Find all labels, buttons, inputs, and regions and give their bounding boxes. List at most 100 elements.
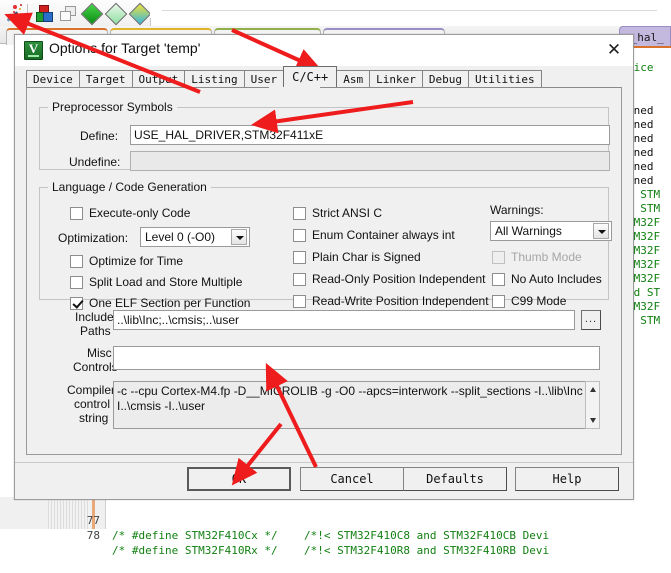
optimization-label: Optimization:	[58, 231, 129, 245]
ide-toolbar	[0, 0, 152, 27]
language-code-generation-legend: Language / Code Generation	[52, 180, 207, 194]
dialog-button-row: OK Cancel Defaults Help	[15, 467, 633, 493]
checkbox-box	[70, 206, 83, 220]
code-line: 77 /* #define STM32F410Cx */ /*!< STM32F…	[0, 498, 671, 542]
checkbox-label: Optimize for Time	[89, 254, 184, 268]
checkbox-execute-only-code[interactable]: Execute-only Code	[70, 206, 190, 220]
toolbar-separator	[26, 4, 28, 22]
tab-listing[interactable]: Listing	[184, 70, 245, 87]
compiler-control-string-label-line1: Compiler	[67, 383, 116, 397]
compiler-control-string-value: -c --cpu Cortex-M4.fp -D__MICROLIB -g -O…	[117, 384, 591, 413]
checkbox-c99-mode[interactable]: C99 Mode	[492, 294, 566, 308]
compiler-control-string-label-line2: control	[74, 397, 111, 411]
include-paths-browse-button[interactable]: ...	[581, 310, 601, 330]
checkbox-split-load-and-store-multiple[interactable]: Split Load and Store Multiple	[70, 275, 242, 289]
dialog-title-bar: Options for Target 'temp' ✕	[15, 35, 633, 66]
checkbox-label: Read-Write Position Independent	[312, 294, 489, 308]
options-for-target-dialog: Options for Target 'temp' ✕ Device Targe…	[14, 34, 634, 500]
undefine-label: Undefine:	[69, 155, 121, 169]
checkbox-enum-container-always-int[interactable]: Enum Container always int	[293, 228, 455, 242]
checkbox-label: Plain Char is Signed	[312, 250, 421, 264]
dialog-tab-strip: Device Target Output Listing User C/C++ …	[26, 66, 542, 87]
scroll-up-icon[interactable]	[586, 382, 599, 396]
misc-controls-label-line2: Controls	[73, 360, 118, 374]
checkbox-box	[70, 254, 83, 268]
tab-debug[interactable]: Debug	[421, 70, 469, 87]
checkbox-one-elf-section-per-function[interactable]: One ELF Section per Function	[70, 296, 250, 310]
active-tab-notch	[269, 87, 320, 89]
checkbox-box	[293, 272, 306, 286]
tab-device[interactable]: Device	[26, 70, 80, 87]
checkbox-optimize-for-time[interactable]: Optimize for Time	[70, 254, 183, 268]
checkbox-box	[293, 228, 306, 242]
uvision-icon	[24, 41, 43, 60]
misc-controls-input[interactable]	[113, 346, 600, 370]
checkbox-label: Read-Only Position Independent	[312, 272, 486, 286]
include-paths-input[interactable]	[113, 310, 575, 330]
warnings-select[interactable]: All Warnings	[490, 221, 612, 241]
close-icon[interactable]: ✕	[601, 39, 627, 61]
tab-user[interactable]: User	[243, 70, 285, 87]
tab-linker[interactable]: Linker	[369, 70, 423, 87]
magic-wand-icon[interactable]	[2, 2, 24, 24]
build-icon[interactable]	[33, 2, 55, 24]
checkbox-box	[492, 250, 505, 264]
checkbox-label: Split Load and Store Multiple	[89, 275, 243, 289]
optimization-value: Level 0 (-O0)	[145, 230, 216, 244]
help-button[interactable]: Help	[515, 467, 619, 491]
misc-controls-label-line1: Misc	[87, 346, 112, 360]
checkbox-box	[293, 206, 306, 220]
compiler-control-string-label-line3: string	[79, 411, 109, 425]
include-paths-label-line2: Paths	[80, 324, 111, 338]
checkbox-no-auto-includes[interactable]: No Auto Includes	[492, 272, 602, 286]
defaults-button[interactable]: Defaults	[403, 467, 507, 491]
checkbox-box	[293, 294, 306, 308]
checkbox-plain-char-is-signed[interactable]: Plain Char is Signed	[293, 250, 421, 264]
line-text: /* #define STM32F410Rx */ /*!< STM32F410…	[112, 544, 550, 557]
checkbox-label: Enum Container always int	[312, 228, 455, 242]
manage-project-icon[interactable]	[128, 2, 152, 26]
dialog-title: Options for Target 'temp'	[49, 40, 201, 56]
checkbox-label: Execute-only Code	[89, 206, 191, 220]
define-input[interactable]	[130, 125, 610, 145]
tab-asm[interactable]: Asm	[336, 70, 371, 87]
checkbox-label: Strict ANSI C	[312, 206, 383, 220]
tab-utilities[interactable]: Utilities	[467, 70, 542, 87]
chevron-down-icon[interactable]	[231, 229, 247, 245]
compiler-control-string-box[interactable]: -c --cpu Cortex-M4.fp -D__MICROLIB -g -O…	[113, 381, 600, 429]
code-bottom-lines: 77 /* #define STM32F410Cx */ /*!< STM32F…	[0, 497, 671, 557]
checkbox-label: Thumb Mode	[511, 250, 582, 264]
checkbox-read-write-position-independent[interactable]: Read-Write Position Independent	[293, 294, 489, 308]
tab-panel-c-cpp: Preprocessor Symbols Define: Undefine: L…	[26, 87, 622, 455]
include-paths-label-line1: Include	[75, 310, 114, 324]
checkbox-read-only-position-independent[interactable]: Read-Only Position Independent	[293, 272, 485, 286]
define-label: Define:	[80, 129, 119, 143]
rebuild-icon[interactable]	[57, 2, 79, 24]
ok-button[interactable]: OK	[187, 467, 291, 491]
checkbox-box	[70, 296, 83, 310]
compiler-control-string-scrollbar[interactable]	[585, 381, 600, 429]
cancel-button[interactable]: Cancel	[300, 467, 404, 491]
language-code-generation-group: Language / Code Generation Execute-only …	[39, 180, 612, 310]
download-icon[interactable]	[80, 2, 104, 26]
scroll-down-icon[interactable]	[586, 414, 599, 428]
undefine-input[interactable]	[130, 151, 610, 171]
checkbox-label: One ELF Section per Function	[89, 296, 251, 310]
checkbox-box	[293, 250, 306, 264]
optimization-select[interactable]: Level 0 (-O0)	[140, 227, 250, 247]
checkbox-strict-ansi-c[interactable]: Strict ANSI C	[293, 206, 382, 220]
chevron-down-icon[interactable]	[593, 223, 609, 239]
checkbox-box	[70, 275, 83, 289]
ide-menu-strip	[150, 0, 671, 18]
preprocessor-symbols-group: Preprocessor Symbols Define: Undefine:	[39, 100, 610, 171]
tab-target[interactable]: Target	[78, 70, 133, 87]
dialog-separator	[15, 462, 633, 463]
checkbox-thumb-mode: Thumb Mode	[492, 250, 582, 264]
tab-output[interactable]: Output	[131, 70, 186, 87]
checkbox-box	[492, 272, 505, 286]
debug-icon[interactable]	[104, 2, 128, 26]
preprocessor-symbols-legend: Preprocessor Symbols	[52, 100, 173, 114]
tab-c-cpp[interactable]: C/C++	[283, 66, 338, 87]
warnings-value: All Warnings	[495, 224, 562, 238]
checkbox-box	[492, 294, 505, 308]
